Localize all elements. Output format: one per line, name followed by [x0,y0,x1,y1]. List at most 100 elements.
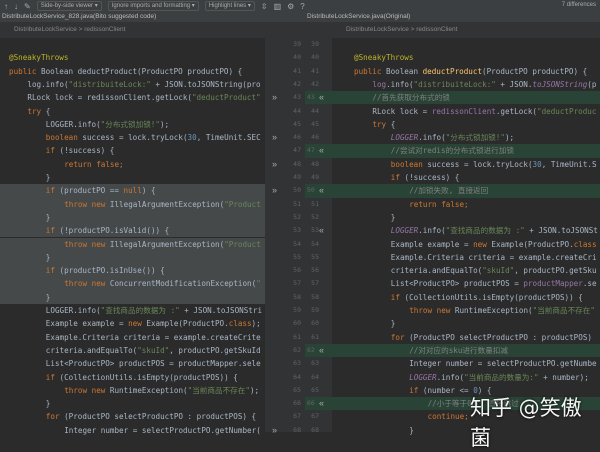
apply-change-right-icon[interactable]: » [272,424,277,437]
code-token: null [123,186,142,196]
code-token: , productPO.getSku [514,266,597,276]
code-line: public Boolean deductProduct(ProductPO p… [0,65,265,78]
code-token: List<ProductPO> productPOS = [390,279,524,289]
help-icon[interactable]: ? [300,2,304,11]
code-token: (!productPO.isValid()) { [59,226,170,236]
code-line: throw new RuntimeException("当前商品不存在" [332,304,600,317]
line-number: 60 [311,319,319,328]
code-token: IllegalArgumentException( [109,199,225,209]
left-breadcrumb[interactable]: DistributeLockService > redissonClient [0,22,265,38]
code-token: (number <= [422,385,474,395]
apply-change-left-icon[interactable]: « [319,91,324,104]
code-token: RuntimeException( [109,385,188,395]
code-token: LOGGER [390,226,419,236]
code-token: (!success) { [59,146,115,156]
code-line: if (productPO == null) { [0,184,265,198]
watermark: 知乎 @笑傲菌 [470,396,582,450]
code-line: boolean success = lock.tryLock(30, TimeU… [0,131,265,144]
code-line: Example example = new Example(ProductPO.… [0,317,265,330]
right-breadcrumb[interactable]: DistributeLockService > redissonClient [332,22,600,38]
code-line: RLock lock = redissonClient.getLock("ded… [0,91,265,104]
code-token: Example example = [390,239,474,249]
ignore-select[interactable]: Ignore imports and formatting [107,1,199,11]
apply-change-left-icon[interactable]: « [319,224,324,237]
code-line: if (!success) { [0,144,265,157]
right-editor[interactable]: @SneakyThrows public Boolean deductProduc… [332,38,600,435]
edit-icon[interactable]: ✎ [24,2,31,11]
code-token: + JSON.toJSONStri [179,306,263,315]
gear-icon[interactable]: ⚙ [287,2,294,11]
code-token: Example example = [45,319,129,329]
apply-change-left-icon[interactable]: « [319,144,324,157]
prev-diff-icon[interactable]: ↑ [4,2,8,11]
code-token: } [45,173,51,182]
code-token: boolean [45,133,83,143]
line-number: 64 [293,372,301,381]
code-token: RLock lock = [372,106,432,116]
code-token: LOGGER.info( [45,119,101,129]
code-token: for [45,412,65,422]
code-token: + JSON.toJSONSt [524,226,598,236]
code-line: } [0,290,265,304]
code-token: @SneakyThrows [9,53,69,63]
code-token: } [45,212,51,222]
next-diff-icon[interactable]: ↓ [14,2,18,11]
code-token: log.info( [27,79,69,89]
columns-icon[interactable]: ▥ [274,2,282,11]
line-number: 56 [311,266,319,275]
code-line: } [0,171,265,184]
line-number: 58 [293,292,301,301]
apply-change-right-icon[interactable]: » [272,184,277,197]
line-number: 49 [311,173,319,181]
left-editor[interactable]: @SneakyThrows public Boolean deductProduc… [0,38,265,435]
code-line: try { [332,118,600,131]
code-token: if [45,226,60,236]
code-token: continue; [427,412,469,422]
code-token: //尝试对redis的分布式锁进行加锁 [390,146,514,156]
line-number: 67 [293,412,301,421]
apply-change-right-icon[interactable]: » [272,131,277,144]
line-number: 46 [311,133,319,142]
code-token: "查找商品的数据为 :" [445,226,525,236]
line-number: 60 [293,319,301,328]
apply-change-left-icon[interactable]: « [319,184,324,197]
code-line: public Boolean deductProduct(ProductPO p… [332,65,600,78]
apply-change-left-icon[interactable]: « [319,344,324,357]
line-number: 63 [293,359,301,368]
code-token: "deductProduc [537,106,597,116]
code-line: LOGGER.info("分布式锁加锁!"); [332,131,600,144]
code-line: @SneakyThrows [332,51,600,64]
code-token: if [45,186,60,196]
apply-change-right-icon[interactable]: » [272,158,277,171]
apply-change-left-icon[interactable]: « [319,397,324,410]
code-token: .info( [418,133,446,143]
code-token: new [473,239,492,249]
code-token: Example(ProductPO. [146,319,229,329]
code-token: ); [504,133,515,143]
code-token: "distribuiteLock:" [413,79,496,89]
code-line: LOGGER.info("当前商品的数量为:" + number); [332,371,600,384]
code-line: Example example = new Example(ProductPO.… [332,238,600,251]
highlight-select[interactable]: Highlight lines [204,1,255,11]
line-number: 56 [293,266,301,275]
code-line: if (CollectionUtils.isEmpty(productPOS))… [0,371,265,384]
code-token: (!success) { [404,173,460,182]
code-line: throw new ConcurrentModificationExceptio… [0,277,265,291]
code-token: //首先获取分布式的锁 [372,93,450,103]
line-number: 64 [311,372,319,381]
code-token: redissonClient [431,106,496,116]
code-line: throw new RuntimeException("当前商品不存在"); [0,384,265,397]
code-token: + JSON. [495,79,533,89]
code-line: throw new IllegalArgumentException("Prod… [0,237,265,251]
code-line: if (!productPO.isValid()) { [0,224,265,238]
apply-change-right-icon[interactable]: » [272,91,277,104]
code-token: log [372,79,387,89]
viewer-select[interactable]: Side-by-side viewer [36,1,102,11]
line-number: 45 [293,119,301,128]
code-token: (p [587,79,597,89]
code-token: throw new [64,199,110,209]
code-token: RLock lock = redissonClient.getLock( [27,93,192,103]
code-token: boolean [390,159,428,169]
sync-scroll-icon[interactable]: ⇳ [261,2,268,11]
code-line: LOGGER.info("查找商品的数据为 :" + JSON.toJSONSt [332,224,600,237]
